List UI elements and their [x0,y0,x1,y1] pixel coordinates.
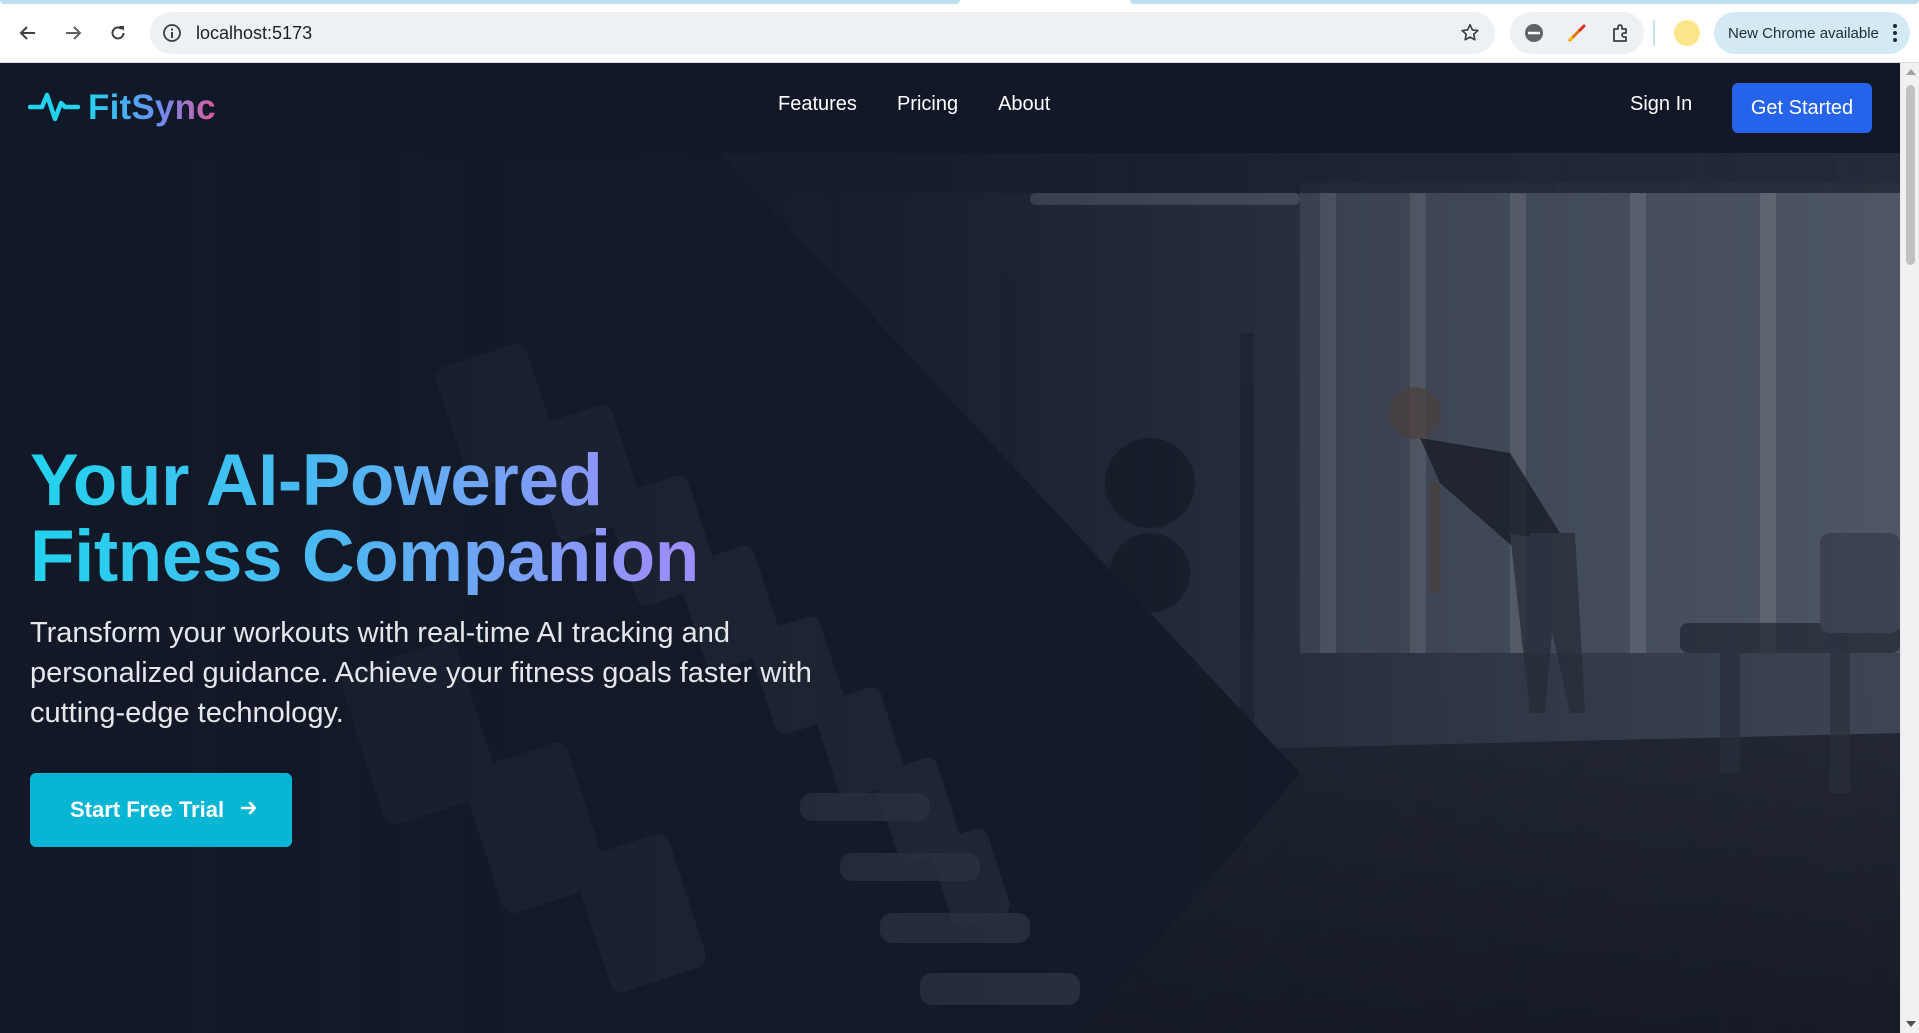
forward-arrow-icon[interactable] [58,18,88,48]
url-text[interactable]: localhost:5173 [196,23,312,44]
profile-avatar[interactable] [1674,20,1700,46]
update-label: New Chrome available [1728,24,1879,42]
chrome-update-button[interactable]: New Chrome available [1714,12,1910,54]
blocked-extension-icon[interactable] [1520,19,1548,47]
site-info-icon[interactable] [162,23,182,48]
toolbar-divider [1653,20,1655,46]
tab-strip-accent [0,0,960,4]
scroll-up-arrow-icon[interactable] [1906,69,1916,75]
hero-section: Your AI-Powered Fitness Companion Transf… [0,153,1900,1033]
back-arrow-icon[interactable] [13,18,43,48]
extensions-group [1510,12,1644,54]
page-scrollbar[interactable] [1900,63,1919,1033]
brand-logo[interactable]: FitSync [27,85,216,130]
cta-label: Start Free Trial [70,797,225,822]
hero-subtitle: Transform your workouts with real-time A… [30,617,812,729]
start-free-trial-button[interactable]: Start Free Trial [30,773,292,847]
get-started-button[interactable]: Get Started [1732,83,1872,133]
color-picker-extension-icon[interactable] [1563,19,1591,47]
nav-link-pricing[interactable]: Pricing [897,93,958,116]
hero-title: Your AI-Powered Fitness Companion [30,443,930,595]
heartbeat-pulse-icon [27,85,81,130]
nav-link-features[interactable]: Features [778,93,857,116]
nav-link-about[interactable]: About [998,93,1050,116]
hero-title-line-2: Fitness Companion [30,516,699,597]
sign-in-link[interactable]: Sign In [1630,93,1692,116]
browser-toolbar: localhost:5173 New Chrome available [0,0,1919,63]
tab-strip-accent [1130,0,1919,4]
web-page: FitSync Features Pricing About Sign In G… [0,63,1900,1033]
extensions-puzzle-icon[interactable] [1606,19,1634,47]
hero-title-line-1: Your AI-Powered [30,440,603,521]
site-navbar: FitSync Features Pricing About Sign In G… [0,63,1900,153]
arrow-right-icon [240,797,258,823]
hero-content: Your AI-Powered Fitness Companion Transf… [30,443,930,847]
scrollbar-thumb[interactable] [1906,85,1915,265]
more-vertical-icon[interactable] [1892,23,1898,47]
scroll-down-arrow-icon[interactable] [1906,1021,1916,1027]
bookmark-star-icon[interactable] [1459,22,1481,49]
brand-name: FitSync [88,87,216,127]
address-bar[interactable]: localhost:5173 [150,12,1495,54]
reload-icon[interactable] [103,18,133,48]
nav-links: Features Pricing About [778,93,1050,116]
